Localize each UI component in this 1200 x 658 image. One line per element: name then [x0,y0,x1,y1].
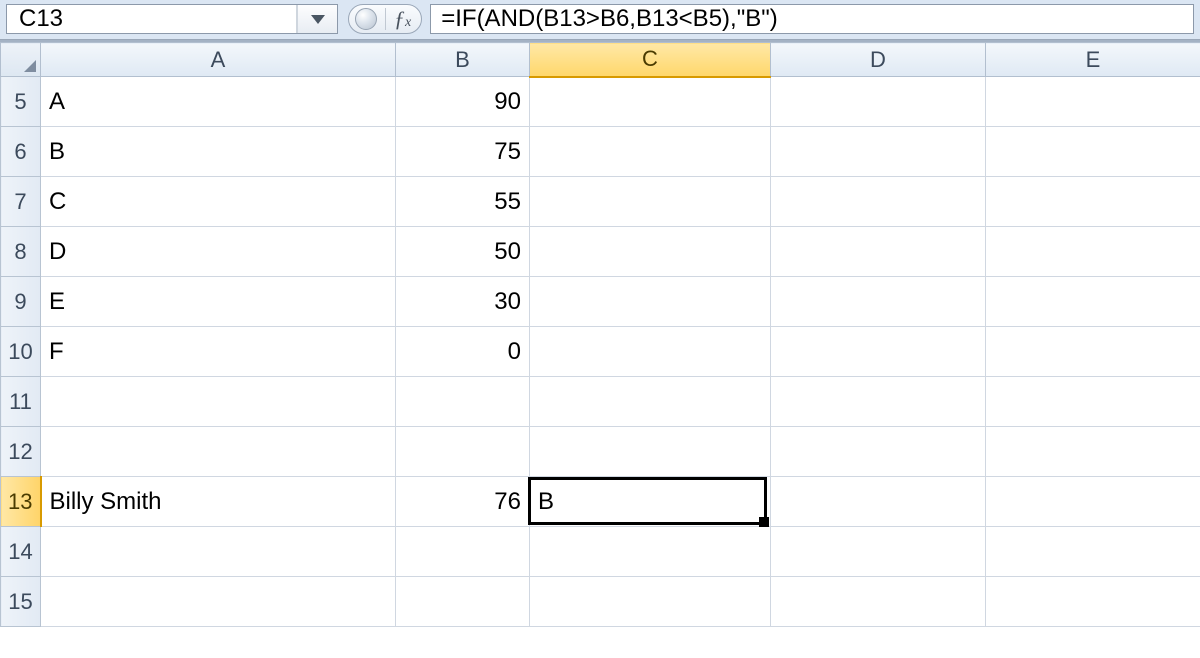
row-header[interactable]: 11 [1,377,41,427]
column-header-E[interactable]: E [986,43,1200,77]
cell-B12[interactable] [396,427,530,477]
cell-B6[interactable]: 75 [396,127,530,177]
cell-E14[interactable] [986,527,1200,577]
cell-E7[interactable] [986,177,1200,227]
cell-A6[interactable]: B [41,127,396,177]
row-header[interactable]: 15 [1,577,41,627]
cell-B11[interactable] [396,377,530,427]
table-row: 13 Billy Smith 76 B [1,477,1200,527]
cell-C14[interactable] [530,527,771,577]
cell-B10[interactable]: 0 [396,327,530,377]
cell-C5[interactable] [530,77,771,127]
row-header[interactable]: 8 [1,227,41,277]
formula-input[interactable]: =IF(AND(B13>B6,B13<B5),"B") [430,4,1194,34]
cell-D7[interactable] [771,177,986,227]
cell-A5[interactable]: A [41,77,396,127]
table-row: 7 C 55 [1,177,1200,227]
name-box[interactable]: C13 [7,5,297,33]
cell-A15[interactable] [41,577,396,627]
table-row: 10 F 0 [1,327,1200,377]
cell-D15[interactable] [771,577,986,627]
cell-C7[interactable] [530,177,771,227]
fx-icon[interactable]: ƒx [394,6,415,32]
cell-D14[interactable] [771,527,986,577]
row-header[interactable]: 13 [1,477,41,527]
cell-D5[interactable] [771,77,986,127]
row-header[interactable]: 6 [1,127,41,177]
separator [385,8,386,30]
table-row: 8 D 50 [1,227,1200,277]
cell-C13[interactable]: B [530,477,771,527]
name-box-wrap: C13 [6,4,338,34]
cell-B14[interactable] [396,527,530,577]
cell-A13[interactable]: Billy Smith [41,477,396,527]
cell-B15[interactable] [396,577,530,627]
cell-A8[interactable]: D [41,227,396,277]
cell-E8[interactable] [986,227,1200,277]
row-header[interactable]: 10 [1,327,41,377]
cell-B8[interactable]: 50 [396,227,530,277]
row-header[interactable]: 9 [1,277,41,327]
cell-A11[interactable] [41,377,396,427]
cell-D6[interactable] [771,127,986,177]
cell-D11[interactable] [771,377,986,427]
cell-D10[interactable] [771,327,986,377]
cell-A9[interactable]: E [41,277,396,327]
cancel-formula-icon[interactable] [355,8,377,30]
table-row: 14 [1,527,1200,577]
cell-B7[interactable]: 55 [396,177,530,227]
cell-E13[interactable] [986,477,1200,527]
cell-A12[interactable] [41,427,396,477]
row-header[interactable]: 5 [1,77,41,127]
cell-A10[interactable]: F [41,327,396,377]
row-header[interactable]: 7 [1,177,41,227]
cell-E10[interactable] [986,327,1200,377]
row-header[interactable]: 14 [1,527,41,577]
table-row: 6 B 75 [1,127,1200,177]
cell-D8[interactable] [771,227,986,277]
cell-E15[interactable] [986,577,1200,627]
column-header-B[interactable]: B [396,43,530,77]
cell-C9[interactable] [530,277,771,327]
column-header-row: A B C D E [1,43,1200,77]
cell-E11[interactable] [986,377,1200,427]
cell-B5[interactable]: 90 [396,77,530,127]
table-row: 5 A 90 [1,77,1200,127]
name-box-dropdown[interactable] [297,5,337,33]
cell-E9[interactable] [986,277,1200,327]
cell-D9[interactable] [771,277,986,327]
column-header-C[interactable]: C [530,43,771,77]
chevron-down-icon [311,15,325,24]
cell-C15[interactable] [530,577,771,627]
cell-A7[interactable]: C [41,177,396,227]
row-header[interactable]: 12 [1,427,41,477]
cell-C11[interactable] [530,377,771,427]
table-row: 11 [1,377,1200,427]
cell-E6[interactable] [986,127,1200,177]
grid-table: A B C D E 5 A 90 6 B 75 7 C 55 [0,42,1200,627]
table-row: 15 [1,577,1200,627]
cell-C6[interactable] [530,127,771,177]
table-row: 12 [1,427,1200,477]
cell-B9[interactable]: 30 [396,277,530,327]
cell-C12[interactable] [530,427,771,477]
spreadsheet-grid: A B C D E 5 A 90 6 B 75 7 C 55 [0,40,1200,627]
cell-E12[interactable] [986,427,1200,477]
cell-D13[interactable] [771,477,986,527]
cell-D12[interactable] [771,427,986,477]
column-header-D[interactable]: D [771,43,986,77]
select-all-corner[interactable] [1,43,41,77]
cell-C10[interactable] [530,327,771,377]
table-row: 9 E 30 [1,277,1200,327]
formula-bar: C13 ƒx =IF(AND(B13>B6,B13<B5),"B") [0,0,1200,40]
cell-C8[interactable] [530,227,771,277]
cell-E5[interactable] [986,77,1200,127]
cell-A14[interactable] [41,527,396,577]
formula-buttons: ƒx [348,4,422,34]
cell-B13[interactable]: 76 [396,477,530,527]
column-header-A[interactable]: A [41,43,396,77]
